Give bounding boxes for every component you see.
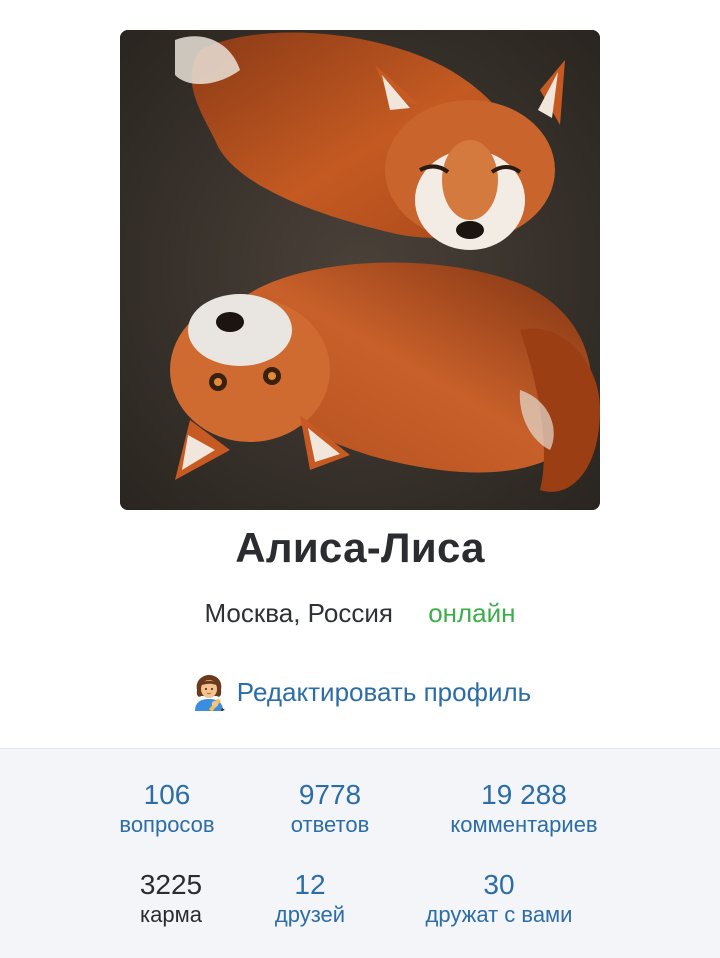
profile-stats: 106 вопросов 9778 ответов 19 288 коммент… <box>0 748 720 958</box>
profile-header: Алиса-Лиса Москва, Россия онлайн Редакти… <box>0 0 720 748</box>
stat-friends-of-label: дружат с вами <box>425 902 573 927</box>
stat-karma-value: 3225 <box>139 869 203 900</box>
stat-questions-value: 106 <box>143 779 191 810</box>
avatar-fox-image <box>120 30 600 510</box>
stat-questions[interactable]: 106 вопросов <box>106 779 228 839</box>
profile-location: Москва, Россия <box>204 598 393 628</box>
stat-friends-of-value: 30 <box>483 869 515 900</box>
stat-answers-value: 9778 <box>298 779 362 810</box>
profile-meta: Москва, Россия онлайн <box>0 596 720 630</box>
stat-questions-label: вопросов <box>119 812 215 837</box>
profile-name: Алиса-Лиса <box>235 524 485 571</box>
profile-avatar <box>120 30 600 510</box>
stat-comments-label: комментариев <box>450 812 598 837</box>
stat-friends-of[interactable]: 30 дружат с вами <box>406 869 592 929</box>
stat-friends-label: друзей <box>274 902 346 927</box>
stat-friends-value: 12 <box>294 869 326 900</box>
stat-karma-label: карма <box>140 902 202 927</box>
woman-writing-icon <box>189 672 229 712</box>
online-status: онлайн <box>428 598 516 628</box>
stat-answers-label: ответов <box>290 812 370 837</box>
stat-comments-value: 19 288 <box>481 779 567 810</box>
stat-comments[interactable]: 19 288 комментариев <box>432 779 616 839</box>
stat-karma: 3225 карма <box>126 869 216 929</box>
edit-profile-link[interactable]: Редактировать профиль <box>0 672 720 712</box>
stat-answers[interactable]: 9778 ответов <box>278 779 382 839</box>
stat-friends[interactable]: 12 друзей <box>262 869 358 929</box>
edit-profile-label: Редактировать профиль <box>236 676 532 707</box>
